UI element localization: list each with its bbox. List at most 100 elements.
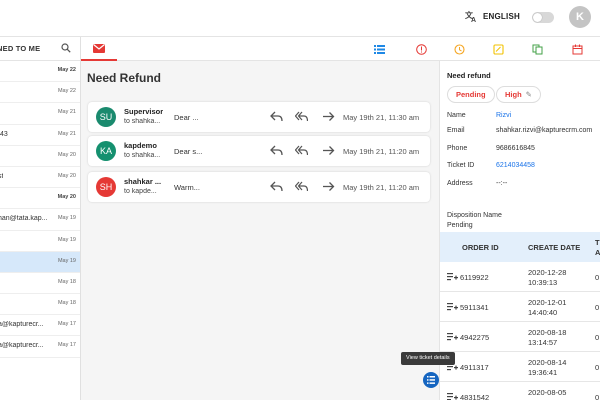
message-recipient: to shahka... — [124, 118, 161, 125]
search-icon[interactable] — [61, 43, 71, 53]
sender-avatar: SU — [96, 107, 116, 127]
message-sender: Supervisor — [124, 107, 164, 116]
ticket-list-item-date: May 17 — [57, 342, 76, 349]
order-row[interactable]: 4911317 2020-08-14 19:36:41 0 — [440, 352, 600, 382]
column-create-date[interactable]: CREATE DATE — [528, 243, 580, 252]
ticket-list-item[interactable]: May 20 — [0, 146, 80, 167]
ticket-list-item[interactable]: May 22 — [0, 82, 80, 104]
message-card[interactable]: SH shahkar ... to kapde... Warm... May 19th … — [88, 172, 430, 202]
reply-all-icon[interactable] — [295, 145, 308, 156]
ticket-list-item-title: :43 — [0, 130, 8, 138]
ticket-list-item-title: a@kapturecr... — [0, 321, 44, 329]
user-avatar[interactable]: K — [569, 6, 591, 28]
tab-copy[interactable] — [519, 37, 555, 61]
top-bar: 文A ENGLISH K — [0, 0, 600, 37]
copy-icon — [532, 44, 542, 54]
order-row[interactable]: 4831542 2020-08-05 14:09:28 0 — [440, 382, 600, 400]
column-order-id[interactable]: ORDER ID — [462, 243, 499, 252]
message-recipient: to shahka... — [124, 152, 161, 159]
disposition-value: Pending — [447, 222, 473, 229]
ticket-list-item[interactable]: May 22 — [0, 61, 80, 83]
reply-all-icon[interactable] — [295, 181, 308, 192]
order-extra-value: 0 — [595, 303, 600, 312]
conversation-panel: Need Refund SU Supervisor to shahka... Dear… — [81, 61, 439, 400]
ticket-list-item[interactable]: May 21 — [0, 103, 80, 125]
theme-toggle[interactable] — [532, 12, 554, 23]
list-icon — [373, 44, 385, 54]
ticket-list-item[interactable]: May 19 — [0, 231, 80, 252]
tab-history[interactable] — [441, 37, 477, 61]
message-date: May 19th 21, 11:20 am — [343, 147, 420, 156]
ticket-list-item[interactable]: han@tata.kap... May 19 — [0, 209, 80, 231]
ticket-list-item[interactable]: May 19 — [0, 251, 80, 273]
order-id: 4911317 — [460, 363, 489, 372]
tab-calendar[interactable] — [559, 37, 595, 61]
reply-all-icon[interactable] — [295, 111, 308, 122]
ticket-list-item-date: May 21 — [57, 130, 76, 137]
reply-icon[interactable] — [270, 145, 283, 156]
order-create-date: 2020-08-14 19:36:41 — [528, 358, 567, 377]
forward-icon[interactable] — [322, 181, 335, 192]
message-preview: Dear s... — [174, 147, 203, 156]
status-badge[interactable]: Pending — [447, 86, 495, 103]
language-label: ENGLISH — [483, 12, 520, 21]
add-to-list-icon[interactable] — [447, 392, 458, 400]
tab-info[interactable] — [403, 37, 439, 61]
forward-icon[interactable] — [322, 145, 335, 156]
forward-icon[interactable] — [322, 111, 335, 122]
language-selector[interactable]: 文A ENGLISH — [465, 10, 520, 24]
add-to-list-icon[interactable] — [447, 332, 458, 342]
ticket-list-item[interactable]: a@kapturecr... May 17 — [0, 336, 80, 358]
ticket-list-item[interactable]: May 20 — [0, 188, 80, 210]
mail-icon — [93, 43, 105, 53]
note-icon — [492, 43, 504, 55]
priority-label: High — [505, 90, 522, 99]
ticket-list-panel: NED TO ME May 22May 22May 21:43May 21May… — [0, 37, 81, 400]
order-create-date: 2020-12-28 10:39:13 — [528, 268, 567, 287]
add-to-list-icon[interactable] — [447, 302, 458, 312]
field-value: shahkar.rizvi@kapturecrm.com — [496, 127, 593, 134]
add-to-list-icon[interactable] — [447, 272, 458, 282]
field-label: Address — [447, 180, 473, 187]
field-value[interactable]: 6214034458 — [496, 162, 535, 169]
ticket-list: May 22 May 22 May 21:43 May 21 May 20 st May 2… — [0, 61, 80, 358]
orders-table-body: 6119922 2020-12-28 10:39:13 0 5911341 2020-1… — [440, 262, 600, 400]
ticket-list-item-date: May 20 — [57, 172, 76, 179]
ticket-list-item[interactable]: May 18 — [0, 294, 80, 316]
message-card[interactable]: KA kapdemo to shahka... Dear s... May 19th 2… — [88, 136, 430, 166]
order-id: 4942275 — [460, 333, 490, 342]
ticket-list-item[interactable]: :43 May 21 — [0, 125, 80, 146]
message-sender: shahkar ... — [124, 177, 162, 186]
field-value[interactable]: Rizvi — [496, 112, 511, 119]
ticket-subject: Need refund — [447, 71, 491, 80]
order-row[interactable]: 4942275 2020-08-18 13:14:57 0 — [440, 322, 600, 352]
column-truncated[interactable]: T A — [595, 238, 600, 258]
ticket-list-item[interactable]: st May 20 — [0, 167, 80, 189]
order-extra-value: 0 — [595, 333, 600, 342]
message-recipient: to kapde... — [124, 188, 157, 195]
pencil-icon[interactable]: ✎ — [526, 87, 532, 102]
ticket-list-item-date: May 18 — [57, 300, 76, 307]
toggle-knob — [533, 13, 542, 22]
conversation-title: Need Refund — [87, 71, 162, 85]
field-label: Name — [447, 112, 466, 119]
message-preview: Dear ... — [174, 113, 199, 122]
reply-icon[interactable] — [270, 111, 283, 122]
ticket-list-item[interactable]: May 18 — [0, 273, 80, 295]
order-row[interactable]: 5911341 2020-12-01 14:40:40 0 — [440, 292, 600, 322]
ticket-list-item-title: st — [0, 172, 4, 180]
assigned-to-me-label: NED TO ME — [0, 44, 41, 53]
tab-email[interactable] — [81, 37, 117, 61]
tab-notes[interactable] — [480, 37, 516, 61]
message-card[interactable]: SU Supervisor to shahka... Dear ... May 19th… — [88, 102, 430, 132]
view-ticket-details-button[interactable] — [423, 372, 439, 388]
ticket-list-item-date: May 19 — [57, 215, 76, 222]
ticket-list-item[interactable]: a@kapturecr... May 17 — [0, 315, 80, 337]
sender-avatar: SH — [96, 177, 116, 197]
order-extra-value: 0 — [595, 393, 600, 400]
order-row[interactable]: 6119922 2020-12-28 10:39:13 0 — [440, 262, 600, 292]
reply-icon[interactable] — [270, 181, 283, 192]
tab-list[interactable] — [361, 37, 397, 61]
ticket-list-item-date: May 20 — [57, 151, 76, 158]
priority-badge[interactable]: High ✎ — [496, 86, 541, 103]
